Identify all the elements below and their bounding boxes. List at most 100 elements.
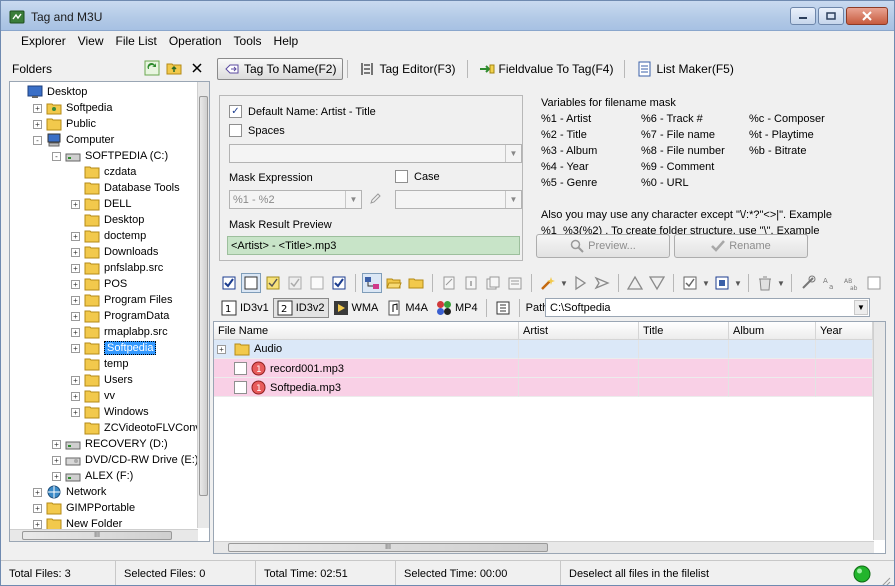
info-doc-button[interactable]	[461, 273, 481, 293]
tree-item[interactable]: + rmaplabp.src	[71, 324, 168, 340]
case-checkbox[interactable]	[395, 170, 408, 183]
tree-item[interactable]: + pnfslabp.src	[71, 260, 163, 276]
tree-item[interactable]: Desktop	[71, 212, 144, 228]
tree-item[interactable]: + RECOVERY (D:)	[52, 436, 168, 452]
column-header-year[interactable]: Year	[816, 322, 873, 340]
tab-fieldvalue-to-tag[interactable]: Fieldvalue To Tag(F4)	[472, 58, 621, 80]
move-down-button[interactable]	[647, 273, 667, 293]
tree-item[interactable]: + DELL	[71, 196, 132, 212]
save-list-button[interactable]	[712, 273, 732, 293]
expand-toggle[interactable]: +	[71, 327, 80, 337]
tag-options-button[interactable]	[491, 298, 515, 318]
more-tools-button[interactable]	[864, 273, 884, 293]
view-mode-button[interactable]	[362, 273, 382, 293]
expand-toggle[interactable]: +	[71, 375, 80, 385]
link-button[interactable]	[798, 273, 818, 293]
properties-doc-button[interactable]	[505, 273, 525, 293]
case-combo[interactable]: ▼	[395, 190, 522, 209]
file-list-hscrollbar[interactable]: III	[214, 541, 874, 553]
folder-tree-vscrollbar[interactable]	[197, 82, 209, 528]
expand-toggle[interactable]: +	[71, 279, 80, 289]
tree-item[interactable]: + DVD/CD-RW Drive (E:)	[52, 452, 198, 468]
column-header-artist[interactable]: Artist	[519, 322, 639, 340]
column-header-title[interactable]: Title	[639, 322, 729, 340]
tree-item[interactable]: czdata	[71, 164, 136, 180]
expand-toggle[interactable]: -	[52, 151, 61, 161]
default-name-checkbox[interactable]: ✓	[229, 105, 242, 118]
column-header-file-name[interactable]: File Name	[214, 322, 519, 340]
file-list[interactable]: File Name Artist Title Album Year Ge + A…	[213, 321, 886, 554]
expand-toggle[interactable]: +	[52, 471, 61, 481]
uncheck-all-button[interactable]	[241, 273, 261, 293]
expand-toggle[interactable]: -	[33, 135, 42, 145]
expand-toggle[interactable]: +	[71, 295, 80, 305]
column-header-album[interactable]: Album	[729, 322, 816, 340]
send-button[interactable]	[592, 273, 612, 293]
chevron-down-icon[interactable]: ▼	[777, 279, 785, 288]
file-checkbox[interactable]	[234, 381, 247, 394]
invert-check-button[interactable]	[329, 273, 349, 293]
path-combo[interactable]: C:\Softpedia ▼	[545, 298, 870, 317]
chevron-down-icon[interactable]: ▼	[560, 279, 568, 288]
uncheck-gray-button[interactable]	[307, 273, 327, 293]
copy-doc-button[interactable]	[483, 273, 503, 293]
minimize-button[interactable]	[790, 7, 816, 25]
tools-button[interactable]	[538, 273, 558, 293]
tree-item[interactable]: + doctemp	[71, 228, 146, 244]
case-option[interactable]: Case	[395, 170, 440, 183]
check-selected-button[interactable]	[263, 273, 283, 293]
rename-button[interactable]: Rename	[674, 234, 808, 258]
menu-tools[interactable]: Tools	[228, 34, 268, 48]
close-folders-button[interactable]	[188, 59, 206, 77]
menu-view[interactable]: View	[72, 34, 110, 48]
folder-tree-hscrollbar[interactable]: III	[10, 529, 198, 541]
spaces-checkbox[interactable]	[229, 124, 242, 137]
tree-item[interactable]: + Public	[33, 116, 96, 132]
file-list-vscrollbar[interactable]	[873, 322, 885, 540]
chevron-down-icon[interactable]: ▼	[854, 300, 868, 315]
expand-toggle[interactable]: +	[52, 439, 61, 449]
edit-doc-button[interactable]	[439, 273, 459, 293]
table-row-folder[interactable]: + Audio	[214, 340, 874, 359]
expand-toggle[interactable]: +	[33, 503, 42, 513]
scroll-thumb[interactable]: III	[228, 543, 548, 552]
tree-item[interactable]: Database Tools	[71, 180, 180, 196]
tree-item[interactable]: + ALEX (F:)	[52, 468, 133, 484]
expand-toggle[interactable]: +	[217, 344, 226, 354]
chevron-down-icon[interactable]: ▼	[702, 279, 710, 288]
menu-operation[interactable]: Operation	[163, 34, 228, 48]
check-gray-button[interactable]	[285, 273, 305, 293]
tree-item[interactable]: - Computer	[33, 132, 114, 148]
up-folder-button[interactable]	[165, 59, 183, 77]
tree-item[interactable]: + ProgramData	[71, 308, 169, 324]
play-button[interactable]	[570, 273, 590, 293]
move-up-button[interactable]	[625, 273, 645, 293]
resize-grip-icon[interactable]	[879, 575, 891, 586]
refresh-folders-button[interactable]	[143, 59, 161, 77]
spaces-combo[interactable]: ▼	[229, 144, 522, 163]
tree-item[interactable]: + Program Files	[71, 292, 172, 308]
expand-toggle[interactable]: +	[33, 487, 42, 497]
scroll-thumb[interactable]: III	[22, 531, 172, 540]
expand-toggle[interactable]: +	[71, 343, 80, 353]
tree-item[interactable]: - SOFTPEDIA (C:)	[52, 148, 168, 164]
tag-wma-button[interactable]: WMA	[329, 298, 383, 318]
tree-item[interactable]: + Downloads	[71, 244, 158, 260]
case-lower-button[interactable]: Aa	[820, 273, 840, 293]
maximize-button[interactable]	[818, 7, 844, 25]
tree-item[interactable]: ZCVideotoFLVConvert	[71, 420, 209, 436]
expand-toggle[interactable]: +	[33, 519, 42, 529]
tree-item[interactable]: + Softpedia	[33, 100, 112, 116]
expand-toggle[interactable]: +	[71, 311, 80, 321]
tree-item[interactable]: + vv	[71, 388, 115, 404]
preview-button[interactable]: Preview...	[536, 234, 670, 258]
table-row[interactable]: 1 Softpedia.mp3	[214, 378, 874, 397]
spaces-option[interactable]: Spaces	[229, 124, 285, 137]
tree-item[interactable]: + Users	[71, 372, 133, 388]
expand-toggle[interactable]: +	[33, 103, 42, 113]
tree-item[interactable]: temp	[71, 356, 128, 372]
tag-id3v1-button[interactable]: 1 ID3v1	[217, 298, 273, 318]
chevron-down-icon[interactable]: ▼	[734, 279, 742, 288]
tag-id3v2-button[interactable]: 2 ID3v2	[272, 298, 329, 318]
expand-toggle[interactable]: +	[71, 391, 80, 401]
